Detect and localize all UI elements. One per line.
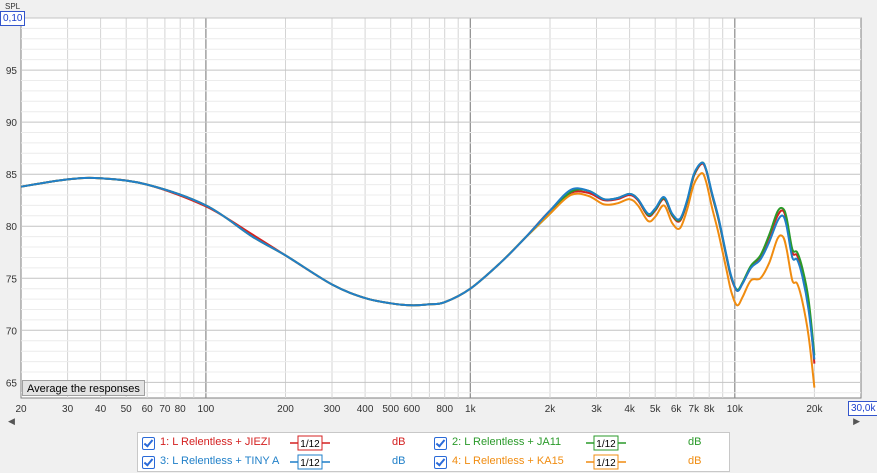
y-tick-label: 65 bbox=[6, 378, 18, 389]
smoothing-label: 1/12 bbox=[300, 439, 320, 450]
checkbox-icon[interactable] bbox=[142, 456, 155, 469]
x-tick-label: 7k bbox=[689, 404, 701, 415]
smoothing-label: 1/12 bbox=[596, 458, 616, 469]
legend-item-4[interactable]: 4: L Relentless + KA15 1/12 dB bbox=[434, 453, 724, 471]
x-tick-label: 6k bbox=[671, 404, 683, 415]
smoothing-indicator[interactable]: 1/12 bbox=[290, 454, 330, 470]
x-tick-labels: 20 30 40 50 60 70 80 100 200 300 400 500 600 800 1k 2k 3… bbox=[15, 404, 823, 415]
x-tick-label: 1k bbox=[465, 404, 477, 415]
x-tick-label: 40 bbox=[95, 404, 107, 415]
y-axis-label: SPL bbox=[5, 2, 21, 11]
x-tick-label: 8k bbox=[704, 404, 716, 415]
checkbox-icon[interactable] bbox=[434, 437, 447, 450]
smoothing-indicator[interactable]: 1/12 bbox=[586, 454, 626, 470]
smoothing-indicator[interactable]: 1/12 bbox=[586, 435, 626, 451]
smoothing-label: 1/12 bbox=[596, 439, 616, 450]
y-tick-label: 85 bbox=[6, 170, 18, 181]
average-responses-button[interactable]: Average the responses bbox=[22, 380, 145, 396]
legend-item-label: 3: L Relentless + TINY A bbox=[160, 455, 280, 467]
smoothing-indicator[interactable]: 1/12 bbox=[290, 435, 330, 451]
y-tick-label: 90 bbox=[6, 118, 18, 129]
x-tick-label: 3k bbox=[591, 404, 603, 415]
legend-item-label: 1: L Relentless + JIEZI bbox=[160, 436, 271, 448]
x-tick-label: 20 bbox=[15, 404, 27, 415]
horizontal-scrollbar[interactable]: ◀ ▶ bbox=[8, 416, 860, 428]
legend-item-label: 2: L Relentless + JA11 bbox=[452, 436, 562, 448]
unit-label: dB bbox=[392, 436, 406, 448]
y-tick-label: 95 bbox=[6, 66, 18, 77]
x-tick-label: 2k bbox=[545, 404, 557, 415]
x-tick-label: 30 bbox=[62, 404, 74, 415]
x-tick-label: 500 bbox=[382, 404, 399, 415]
unit-label: dB bbox=[688, 436, 702, 448]
legend-item-1[interactable]: 1: L Relentless + JIEZI 1/12 dB bbox=[142, 434, 432, 452]
y-tick-label: 70 bbox=[6, 326, 18, 337]
legend-panel: 1: L Relentless + JIEZI 1/12 dB 2: L Rel… bbox=[137, 432, 730, 472]
y-tick-label: 80 bbox=[6, 222, 18, 233]
checkbox-icon[interactable] bbox=[434, 456, 447, 469]
y-tick-label: 75 bbox=[6, 274, 18, 285]
x-tick-label: 300 bbox=[324, 404, 341, 415]
x-tick-label: 70 bbox=[159, 404, 171, 415]
x-tick-label: 600 bbox=[403, 404, 420, 415]
unit-label: dB bbox=[392, 455, 406, 467]
x-tick-label: 80 bbox=[175, 404, 187, 415]
legend-item-label: 4: L Relentless + KA15 bbox=[452, 455, 564, 467]
x-tick-label: 50 bbox=[121, 404, 133, 415]
x-tick-label: 800 bbox=[436, 404, 453, 415]
x-tick-label: 5k bbox=[650, 404, 662, 415]
checkbox-icon[interactable] bbox=[142, 437, 155, 450]
x-tick-label: 20k bbox=[806, 404, 823, 415]
x-tick-label: 400 bbox=[357, 404, 374, 415]
scroll-left-icon[interactable]: ◀ bbox=[8, 416, 15, 427]
smoothing-label: 1/12 bbox=[300, 458, 320, 469]
legend-item-3[interactable]: 3: L Relentless + TINY A 1/12 dB bbox=[142, 453, 432, 471]
legend-item-2[interactable]: 2: L Relentless + JA11 1/12 dB bbox=[434, 434, 724, 452]
frequency-response-chart[interactable]: 95 90 85 80 75 70 65 20 30 40 50 60 70 80 100 200 300 40… bbox=[0, 0, 877, 473]
x-tick-label: 60 bbox=[142, 404, 154, 415]
x-tick-label: 10k bbox=[727, 404, 744, 415]
x-tick-label: 4k bbox=[624, 404, 636, 415]
scroll-right-icon[interactable]: ▶ bbox=[853, 416, 860, 427]
y-top-value-box[interactable]: 0,10 bbox=[0, 11, 26, 26]
x-tick-label: 100 bbox=[198, 404, 215, 415]
x-max-value-box[interactable]: 30,0k bbox=[848, 401, 877, 416]
x-tick-label: 200 bbox=[277, 404, 294, 415]
unit-label: dB bbox=[688, 455, 702, 467]
y-tick-labels: 95 90 85 80 75 70 65 bbox=[6, 66, 18, 389]
